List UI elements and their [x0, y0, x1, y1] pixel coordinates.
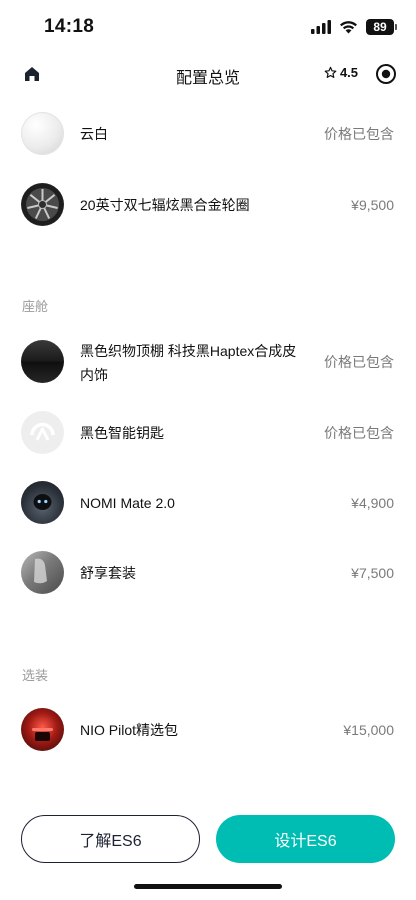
list-item-interior[interactable]: 黑色织物顶棚 科技黑Haptex合成皮 内饰 价格已包含 — [0, 340, 416, 384]
nio-pilot-thumbnail — [21, 708, 64, 751]
item-price: ¥15,000 — [343, 722, 394, 738]
star-icon — [324, 66, 337, 78]
item-name: 云白 — [80, 126, 108, 142]
learn-es6-button[interactable]: 了解ES6 — [21, 815, 200, 863]
list-item-nio-pilot[interactable]: NIO Pilot精选包 ¥15,000 — [0, 708, 416, 752]
item-price: 价格已包含 — [324, 126, 394, 142]
rating-value: 4.5 — [339, 64, 359, 80]
wheel-thumbnail — [21, 183, 64, 226]
wheel-icon — [21, 183, 64, 226]
key-thumbnail — [21, 411, 64, 454]
design-es6-button[interactable]: 设计ES6 — [216, 815, 395, 863]
item-price: 价格已包含 — [324, 425, 394, 441]
list-item-nomi[interactable]: NOMI Mate 2.0 ¥4,900 — [0, 481, 416, 525]
item-price: 价格已包含 — [324, 354, 394, 370]
status-time: 14:18 — [44, 16, 95, 37]
target-icon[interactable] — [375, 63, 397, 85]
item-price: ¥7,500 — [351, 565, 394, 581]
status-bar: 14:18 89 — [0, 0, 416, 52]
wifi-icon — [340, 21, 357, 34]
item-name: NOMI Mate 2.0 — [80, 495, 175, 511]
section-label-options: 选装 — [22, 668, 49, 683]
item-name: 20英寸双七辐炫黑合金轮圈 — [80, 197, 250, 213]
home-indicator — [134, 884, 282, 889]
list-item-color[interactable]: 云白 价格已包含 — [0, 112, 416, 156]
item-price: ¥4,900 — [351, 495, 394, 511]
color-swatch-thumbnail — [21, 112, 64, 155]
item-name-line2: 内饰 — [80, 367, 108, 383]
item-name: 黑色智能钥匙 — [80, 425, 164, 441]
nomi-thumbnail — [21, 481, 64, 524]
list-item-key[interactable]: 黑色智能钥匙 价格已包含 — [0, 411, 416, 455]
nav-bar: 配置总览 4.5 — [0, 52, 416, 96]
seat-thumbnail — [21, 551, 64, 594]
item-name: NIO Pilot精选包 — [80, 722, 179, 738]
signal-icon — [311, 20, 331, 34]
nomi-robot-icon — [33, 494, 52, 510]
list-item-comfort-pack[interactable]: 舒享套装 ¥7,500 — [0, 551, 416, 595]
item-name: 舒享套装 — [80, 565, 136, 581]
car-rear-icon — [32, 728, 53, 741]
item-name-line1: 黑色织物顶棚 科技黑Haptex合成皮 — [80, 343, 297, 359]
section-label-cabin: 座舱 — [22, 299, 49, 314]
rating-button[interactable]: 4.5 — [315, 56, 367, 88]
status-icons: 89 — [311, 17, 397, 37]
battery-indicator: 89 — [366, 19, 397, 35]
nio-logo-icon — [30, 422, 55, 441]
seat-icon — [34, 558, 47, 584]
interior-thumbnail — [21, 340, 64, 383]
item-price: ¥9,500 — [351, 197, 394, 213]
list-item-wheels[interactable]: 20英寸双七辐炫黑合金轮圈 ¥9,500 — [0, 183, 416, 227]
